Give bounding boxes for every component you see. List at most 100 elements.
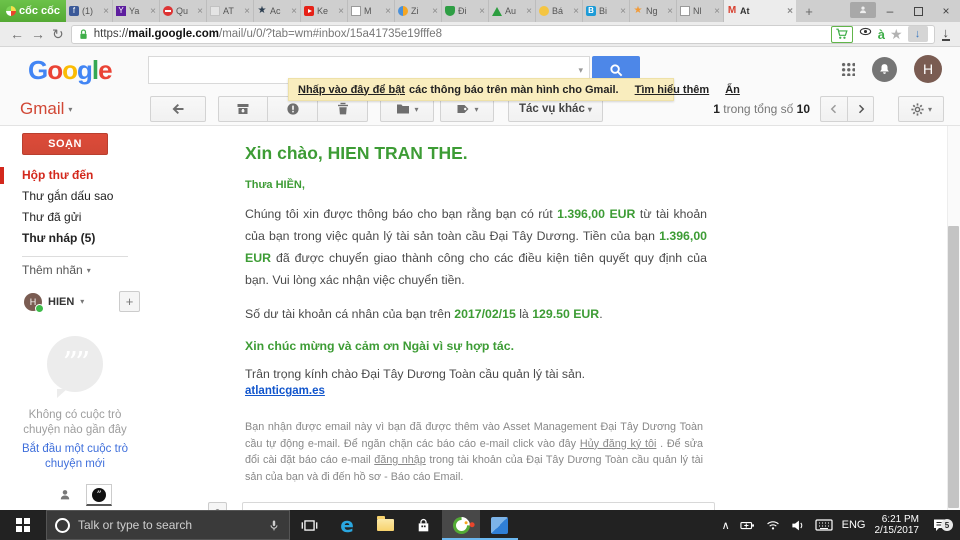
close-tab-icon[interactable]: × [150,6,156,17]
tab-youtube[interactable]: Ke × [301,0,348,22]
downloads-icon[interactable]: ↓ [941,26,950,41]
clock[interactable]: 6:21 PM 2/15/2017 [875,514,920,537]
back-to-inbox-button[interactable] [150,96,206,122]
tray-expand-icon[interactable]: ∧ [722,519,730,532]
sidebar-item-sent[interactable]: Thư đã gửi [0,207,150,228]
login-link[interactable]: đăng nhập [374,454,426,466]
cortana-search[interactable]: Talk or type to search [46,510,290,540]
enable-notifications-link[interactable]: Nhấp vào đây để bật [298,84,405,96]
tab-bi[interactable]: B Bi × [583,0,630,22]
close-tab-icon[interactable]: × [620,6,626,17]
close-tab-icon[interactable]: × [244,6,250,17]
search-options-icon[interactable]: ▾ [572,65,589,76]
bookmark-star-icon[interactable]: ★ [890,27,903,41]
task-view-button[interactable] [290,510,328,540]
settings-button[interactable]: ▾ [898,96,944,122]
close-tab-icon[interactable]: × [573,6,579,17]
cart-extension-icon[interactable] [830,25,853,43]
file-explorer-button[interactable] [366,510,404,540]
notifications-bell-button[interactable] [872,56,897,82]
tab-ac[interactable]: Ac× [254,0,301,22]
compose-button[interactable]: SOẠN [22,133,108,155]
chevron-down-icon: ▾ [474,104,479,114]
tab-gmail-active[interactable]: M At × [724,0,796,22]
google-logo[interactable]: Google [28,55,113,86]
hide-notification-link[interactable]: Ẩn [725,84,740,96]
hangouts-toggle[interactable]: ” [86,484,112,506]
tab-at[interactable]: AT × [207,0,254,22]
touch-keyboard-icon[interactable] [815,518,833,532]
action-center-button[interactable]: 5 [928,517,953,533]
close-tab-icon[interactable]: × [526,6,532,17]
browser-profile-button[interactable] [850,2,876,18]
sidebar-item-drafts[interactable]: Thư nháp (5) [0,228,150,249]
chat-username[interactable]: HIEN [48,296,74,308]
microphone-icon[interactable] [267,518,281,533]
scrollbar-track[interactable] [947,126,960,510]
contacts-toggle[interactable] [52,484,78,506]
new-tab-button[interactable]: + [796,0,822,22]
older-button[interactable] [847,96,874,122]
tab-ng[interactable]: Ng× [630,0,677,22]
tab-drive[interactable]: Au × [489,0,536,22]
tab-zing[interactable]: Zi × [395,0,442,22]
chevron-down-icon[interactable]: ▾ [80,297,84,306]
tab-di[interactable]: Đi × [442,0,489,22]
wifi-icon[interactable] [765,518,781,532]
reply-compose-box[interactable]: Nhấp vào đây để Trả lời hoặc Chuyển tiếp [241,502,715,510]
reload-icon[interactable]: ↻ [52,27,64,41]
close-tab-icon[interactable]: × [197,6,203,17]
close-tab-icon[interactable]: × [338,6,344,17]
tab-ba[interactable]: Bá × [536,0,583,22]
maximize-button[interactable] [904,0,932,22]
task-view-icon [301,519,317,531]
close-tab-icon[interactable]: × [714,6,720,17]
close-tab-icon[interactable]: × [291,6,297,17]
newer-button[interactable] [820,96,847,122]
more-labels-dropdown[interactable]: Thêm nhãn ▾ [0,263,150,277]
tab-facebook[interactable]: f (1) × [66,0,113,22]
tab-yahoo[interactable]: Y Ya × [113,0,160,22]
add-contact-button[interactable]: + [119,291,140,312]
scrollbar-thumb[interactable] [948,226,959,508]
photos-app-button[interactable] [480,510,518,540]
battery-icon[interactable] [739,518,756,533]
back-nav-icon[interactable]: ← [10,27,24,41]
close-window-button[interactable]: × [932,0,960,22]
close-tab-icon[interactable]: × [479,6,485,17]
url-field[interactable]: https://mail.google.com/mail/u/0/?tab=wm… [70,24,935,44]
chat-avatar[interactable]: H [24,292,44,313]
notification-bar: Nhấp vào đây để bật các thông báo trên m… [288,78,740,101]
start-chat-link[interactable]: Bắt đầu một cuộc trò chuyện mới [0,442,150,472]
tab-nl[interactable]: Nl × [677,0,724,22]
avim-extension-icon[interactable]: à [878,27,885,42]
unsubscribe-link[interactable]: Hủy đăng ký tôi [580,438,657,450]
download-extension-icon[interactable]: ↓ [907,26,928,42]
archive-button[interactable] [218,96,268,122]
start-button[interactable] [0,510,46,540]
coccoc-logo-button[interactable]: cốc cốc [0,0,66,22]
close-tab-icon[interactable]: × [385,6,391,17]
learn-more-link[interactable]: Tìm hiểu thêm [635,84,710,96]
close-tab-icon[interactable]: × [787,6,793,17]
close-tab-icon[interactable]: × [103,6,109,17]
sender-website-link[interactable]: atlanticgam.es [245,385,325,397]
store-button[interactable] [404,510,442,540]
account-avatar[interactable]: H [914,55,942,83]
close-tab-icon[interactable]: × [432,6,438,17]
language-indicator[interactable]: ENG [842,519,866,531]
gmail-menu[interactable]: Gmail ▾ [0,99,150,119]
volume-icon[interactable] [790,518,806,533]
eye-extension-icon[interactable] [858,25,873,43]
sidebar-item-starred[interactable]: Thư gắn dấu sao [0,186,150,207]
forward-nav-icon[interactable]: → [31,27,45,41]
tab-qu[interactable]: Qu × [160,0,207,22]
close-tab-icon[interactable]: × [667,6,673,17]
edge-button[interactable]: e [328,510,366,540]
sidebar-item-inbox[interactable]: Hộp thư đến [0,165,150,186]
minimize-button[interactable]: – [876,0,904,22]
apps-grid-icon[interactable] [841,62,855,76]
coccoc-taskbar-button[interactable] [442,510,480,540]
chevron-down-icon: ▾ [927,104,932,114]
tab-m[interactable]: M × [348,0,395,22]
